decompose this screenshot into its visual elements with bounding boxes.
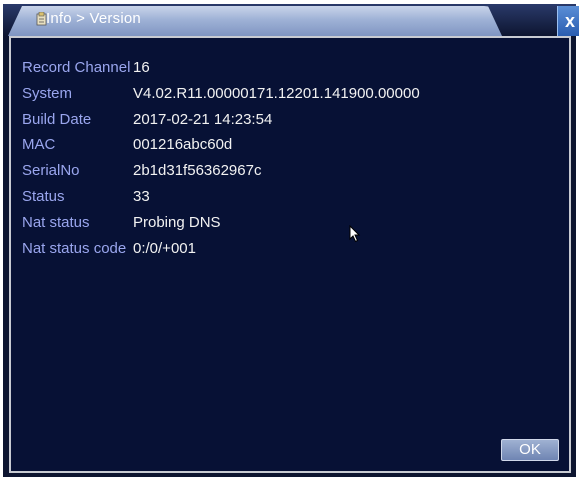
info-value: 33 bbox=[133, 187, 150, 205]
info-value: 2b1d31f56362967c bbox=[133, 162, 262, 180]
info-label: MAC bbox=[22, 136, 56, 154]
window-title: Info > Version bbox=[46, 10, 141, 27]
info-label: Build Date bbox=[22, 110, 92, 128]
info-value: 001216abc60d bbox=[133, 136, 233, 154]
close-icon: x bbox=[564, 11, 575, 31]
frame-right-border bbox=[571, 36, 576, 477]
info-value: V4.02.R11.00000171.12201.141900.00000 bbox=[133, 84, 420, 102]
info-label: Record Channel bbox=[22, 59, 131, 76]
ok-button[interactable]: OK bbox=[501, 439, 559, 461]
info-panel: Record Channel 16 System V4.02.R11.00000… bbox=[9, 36, 571, 473]
info-value: 2017-02-21 14:23:54 bbox=[133, 110, 273, 128]
info-label: Nat status bbox=[22, 213, 90, 231]
frame-bottom-border bbox=[3, 473, 576, 477]
mouse-pointer-icon bbox=[349, 225, 361, 243]
info-value: 0:/0/+001 bbox=[133, 239, 196, 257]
info-label: Nat status code bbox=[22, 239, 127, 257]
version-dialog: Info > Version x Record Channel 16 Syste… bbox=[0, 0, 579, 481]
info-label: System bbox=[22, 84, 73, 102]
info-value: 16 bbox=[133, 59, 150, 76]
close-button[interactable]: x bbox=[557, 6, 579, 36]
info-label: SerialNo bbox=[22, 162, 80, 180]
info-label: Status bbox=[22, 187, 65, 205]
info-value: Probing DNS bbox=[133, 213, 221, 231]
